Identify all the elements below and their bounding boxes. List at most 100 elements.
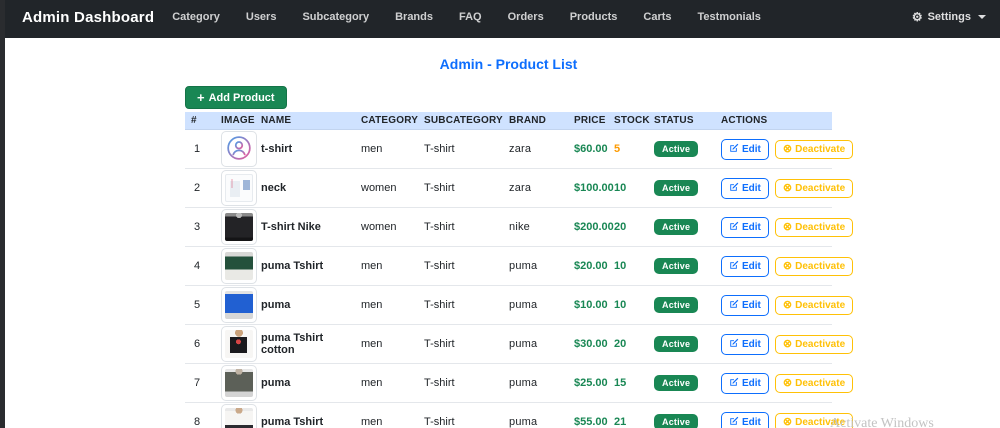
deactivate-button[interactable]: ⊗ Deactivate [774, 373, 854, 393]
table-row: 4 puma Tshirt men T-shirt puma $20.00 10 Active… [185, 247, 854, 286]
deactivate-button[interactable]: ⊗ Deactivate [774, 139, 854, 159]
nav-item-products[interactable]: Products [570, 11, 618, 23]
edit-button[interactable]: Edit [721, 177, 769, 199]
deactivate-button[interactable]: ⊗ Deactivate [774, 334, 854, 354]
x-circle-icon: ⊗ [782, 220, 793, 233]
pencil-square-icon [729, 143, 739, 156]
edit-button[interactable]: Edit [721, 255, 769, 277]
row-number: 6 [194, 338, 201, 350]
status-cell: Active [648, 180, 715, 196]
nav-item-category[interactable]: Category [172, 11, 220, 23]
nav-item-carts[interactable]: Carts [643, 11, 671, 23]
x-circle-icon: ⊗ [782, 142, 793, 155]
image-cell [215, 131, 257, 167]
table-header-row: # IMAGE NAME CATEGORY SUBCATEGORY BRAND PRICE S… [185, 112, 832, 130]
x-circle-icon: ⊗ [782, 376, 793, 389]
table-body: 1 t-shirt men T-shirt zara $60.00 5 Active Edit ⊗… [185, 130, 854, 428]
x-circle-icon: ⊗ [782, 298, 793, 311]
nav-item-testmonials[interactable]: Testmonials [698, 11, 761, 23]
page-title: Admin - Product List [439, 56, 578, 72]
column-header-price: PRICE [574, 115, 606, 126]
row-number: 4 [194, 260, 201, 272]
product-stock: 10 [614, 182, 627, 194]
product-brand: puma [509, 299, 538, 311]
avatar-gradient-icon [226, 135, 252, 164]
table-row: 8 puma Tshirt men T-shirt puma $55.00 21 Active… [185, 403, 854, 428]
edit-label: Edit [742, 338, 761, 350]
product-price: $30.00 [574, 338, 608, 350]
plus-icon: + [197, 90, 205, 105]
product-name: t-shirt [261, 143, 293, 155]
edit-button[interactable]: Edit [721, 372, 769, 394]
product-brand: zara [509, 143, 532, 155]
product-category: men [361, 260, 383, 272]
column-header-name: NAME [261, 115, 292, 126]
edit-label: Edit [742, 299, 761, 311]
column-header-stock: STOCK [614, 115, 650, 126]
product-subcategory: T-shirt [424, 260, 455, 272]
actions-cell: Edit ⊗ Deactivate [715, 255, 854, 277]
x-circle-icon: ⊗ [782, 415, 793, 428]
nav-item-users[interactable]: Users [246, 11, 277, 23]
nav-item-faq[interactable]: FAQ [459, 11, 482, 23]
image-cell [215, 170, 257, 206]
product-thumbnail [221, 404, 257, 428]
settings-label: Settings [927, 11, 971, 23]
row-number: 3 [194, 221, 201, 233]
product-stock: 15 [614, 377, 627, 389]
table-row: 5 puma men T-shirt puma $10.00 10 Active Edit ⊗ De… [185, 286, 854, 325]
edit-label: Edit [742, 377, 761, 389]
actions-cell: Edit ⊗ Deactivate [715, 372, 854, 394]
nav-item-orders[interactable]: Orders [508, 11, 544, 23]
pencil-square-icon [729, 260, 739, 273]
column-header-actions: ACTIONS [721, 115, 768, 126]
column-header-status: STATUS [654, 115, 694, 126]
product-brand: puma [509, 338, 538, 350]
pencil-square-icon [729, 182, 739, 195]
chevron-down-icon [978, 15, 986, 19]
edit-button[interactable]: Edit [721, 411, 769, 428]
product-name: puma Tshirt cotton [261, 332, 324, 356]
product-subcategory: T-shirt [424, 338, 455, 350]
deactivate-button[interactable]: ⊗ Deactivate [774, 295, 854, 315]
product-price: $200.00 [574, 221, 614, 233]
product-name: T-shirt Nike [261, 221, 321, 233]
image-cell [215, 404, 257, 428]
nav-item-brands[interactable]: Brands [395, 11, 433, 23]
window-left-edge [0, 0, 5, 428]
edit-button[interactable]: Edit [721, 138, 769, 160]
add-product-button[interactable]: + Add Product [185, 86, 287, 109]
gear-icon: ⚙ [911, 10, 923, 24]
product-thumbnail [221, 170, 257, 206]
white-tshirt-thumbnail [225, 408, 253, 428]
product-brand: puma [509, 377, 538, 389]
nav-item-subcategory[interactable]: Subcategory [302, 11, 369, 23]
blue-jacket-thumbnail [225, 291, 253, 319]
black-tshirt-thumbnail [225, 330, 253, 358]
deactivate-button[interactable]: ⊗ Deactivate [774, 256, 854, 276]
navbar: Admin Dashboard Category Users Subcategory… [0, 0, 1000, 38]
product-stock: 5 [614, 143, 621, 155]
edit-label: Edit [742, 182, 761, 194]
edit-button[interactable]: Edit [721, 294, 769, 316]
settings-menu[interactable]: ⚙ Settings [912, 11, 986, 23]
deactivate-button[interactable]: ⊗ Deactivate [774, 178, 854, 198]
image-cell [215, 209, 257, 245]
brand-title[interactable]: Admin Dashboard [22, 9, 154, 26]
deactivate-button[interactable]: ⊗ Deactivate [774, 217, 854, 237]
table-row: 7 puma men T-shirt puma $25.00 15 Active Edit ⊗ De… [185, 364, 854, 403]
column-header-brand: BRAND [509, 115, 547, 126]
table-row: 6 puma Tshirt cotton men T-shirt puma $30.00 2… [185, 325, 854, 364]
status-cell: Active [648, 336, 715, 352]
product-category: men [361, 377, 383, 389]
column-header-num: # [191, 115, 197, 126]
row-number: 5 [194, 299, 201, 311]
edit-button[interactable]: Edit [721, 216, 769, 238]
edit-button[interactable]: Edit [721, 333, 769, 355]
table-row: 3 T-shirt Nike women T-shirt nike $200.00 20 Ac… [185, 208, 854, 247]
product-subcategory: T-shirt [424, 221, 455, 233]
deactivate-label: Deactivate [795, 221, 846, 233]
row-number: 1 [194, 143, 201, 155]
image-cell [215, 248, 257, 284]
status-badge: Active [654, 336, 699, 352]
